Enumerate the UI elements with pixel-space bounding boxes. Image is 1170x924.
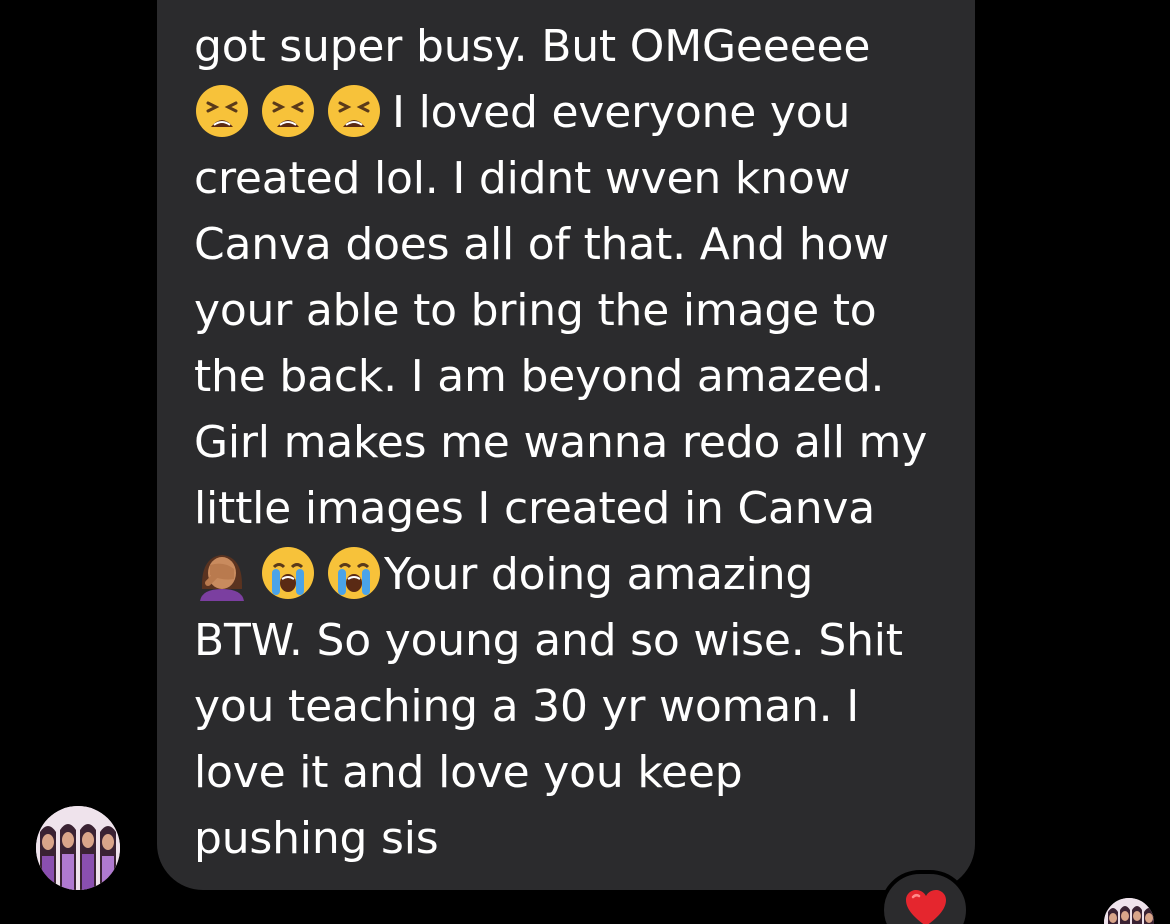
message-line-2: I loved everyone you: [194, 80, 850, 146]
message-line-6: the back. I am beyond amazed.: [194, 351, 885, 402]
message-line-9: Your doing amazing: [194, 542, 813, 608]
red-heart-icon: [906, 890, 946, 924]
reaction-user-avatar[interactable]: [1104, 898, 1154, 924]
message-line-4: Canva does all of that. And how: [194, 219, 890, 270]
message-line-12: love it and love you keep: [194, 747, 743, 798]
tired-face-emoji: [326, 83, 382, 139]
message-line-5: your able to bring the image to: [194, 285, 877, 336]
message-line-2-text: I loved everyone you: [392, 87, 851, 138]
message-line-1: got super busy. But OMGeeeee: [194, 21, 871, 72]
message-line-13: pushing sis: [194, 813, 439, 864]
message-line-10: BTW. So young and so wise. Shit: [194, 615, 903, 666]
tired-face-emoji: [260, 83, 316, 139]
crying-face-emoji: [260, 545, 316, 601]
facepalm-emoji: [194, 545, 250, 601]
crying-face-emoji: [326, 545, 382, 601]
tired-face-emoji: [194, 83, 250, 139]
message-line-11: you teaching a 30 yr woman. I: [194, 681, 860, 732]
message-line-8: little images I created in Canva: [194, 483, 876, 534]
message-line-9-text: Your doing amazing: [384, 549, 814, 600]
message-line-7: Girl makes me wanna redo all my: [194, 417, 928, 468]
sender-avatar[interactable]: [36, 806, 120, 890]
message-line-3: created lol. I didnt wven know: [194, 153, 851, 204]
